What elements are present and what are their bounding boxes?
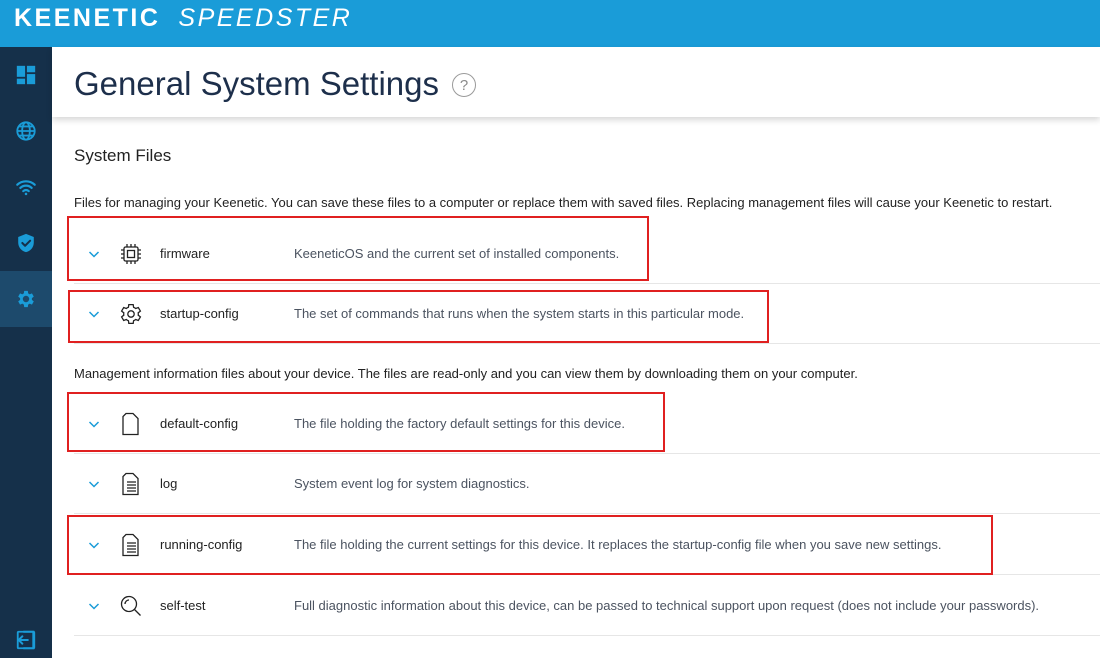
- shield-icon: [18, 233, 34, 253]
- file-description: KeeneticOS and the current set of instal…: [294, 246, 620, 261]
- main-content: System Files Files for managing your Kee…: [52, 117, 1100, 658]
- text-file-icon: [122, 533, 139, 557]
- brand-name: KEENETIC: [14, 3, 161, 32]
- chevron-down-icon[interactable]: [88, 248, 100, 260]
- file-name: self-test: [160, 598, 206, 613]
- file-row-self-test[interactable]: self-test Full diagnostic information ab…: [74, 576, 1100, 636]
- chevron-down-icon[interactable]: [88, 308, 100, 320]
- file-description: The file holding the current settings fo…: [294, 537, 942, 552]
- file-name: running-config: [160, 537, 243, 552]
- page-header: General System Settings ?: [52, 47, 1100, 117]
- file-row-running-config[interactable]: running-config The file holding the curr…: [74, 515, 1100, 575]
- file-name: log: [160, 476, 178, 491]
- page-title: General System Settings: [74, 65, 439, 102]
- section-description-info: Management information files about your …: [74, 366, 858, 381]
- file-description: System event log for system diagnostics.: [294, 476, 530, 491]
- blank-file-icon: [122, 412, 139, 436]
- file-row-firmware[interactable]: firmware KeeneticOS and the current set …: [74, 224, 1100, 284]
- file-name: firmware: [160, 246, 210, 261]
- section-description-management: Files for managing your Keenetic. You ca…: [74, 195, 1053, 210]
- help-icon[interactable]: ?: [452, 73, 476, 97]
- file-description: Full diagnostic information about this d…: [294, 598, 1040, 613]
- sidebar-item-logout[interactable]: [0, 612, 52, 668]
- file-row-default-config[interactable]: default-config The file holding the fact…: [74, 394, 1100, 454]
- sidebar: [0, 47, 52, 658]
- globe-icon: [16, 121, 36, 141]
- gear-file-icon: [120, 303, 142, 325]
- chip-icon: [121, 244, 141, 264]
- file-description: The file holding the factory default set…: [294, 416, 625, 431]
- help-glyph: ?: [459, 76, 469, 94]
- chevron-down-icon[interactable]: [88, 539, 100, 551]
- file-name: startup-config: [160, 306, 239, 321]
- file-description: The set of commands that runs when the s…: [294, 306, 745, 321]
- sidebar-item-security[interactable]: [0, 215, 52, 271]
- sidebar-item-internet[interactable]: [0, 103, 52, 159]
- text-file-icon: [122, 472, 139, 496]
- brand-model: SPEEDSTER: [178, 3, 353, 32]
- chevron-down-icon[interactable]: [88, 418, 100, 430]
- file-name: default-config: [160, 416, 239, 431]
- section-title: System Files: [74, 146, 172, 165]
- dashboard-icon: [16, 65, 36, 85]
- gear-icon: [18, 290, 34, 308]
- file-row-startup-config[interactable]: startup-config The set of commands that …: [74, 284, 1100, 344]
- chevron-down-icon[interactable]: [88, 600, 100, 612]
- brand-logo[interactable]: KEENETIC SPEEDSTER: [14, 3, 353, 32]
- top-bar: KEENETIC SPEEDSTER: [0, 0, 1100, 47]
- wifi-icon: [16, 180, 36, 196]
- sidebar-item-settings[interactable]: [0, 271, 52, 327]
- chevron-down-icon[interactable]: [88, 478, 100, 490]
- logout-icon: [16, 630, 36, 650]
- file-row-log[interactable]: log System event log for system diagnost…: [74, 454, 1100, 514]
- magnifier-icon: [120, 595, 141, 616]
- sidebar-item-wifi[interactable]: [0, 159, 52, 215]
- sidebar-item-dashboard[interactable]: [0, 47, 52, 103]
